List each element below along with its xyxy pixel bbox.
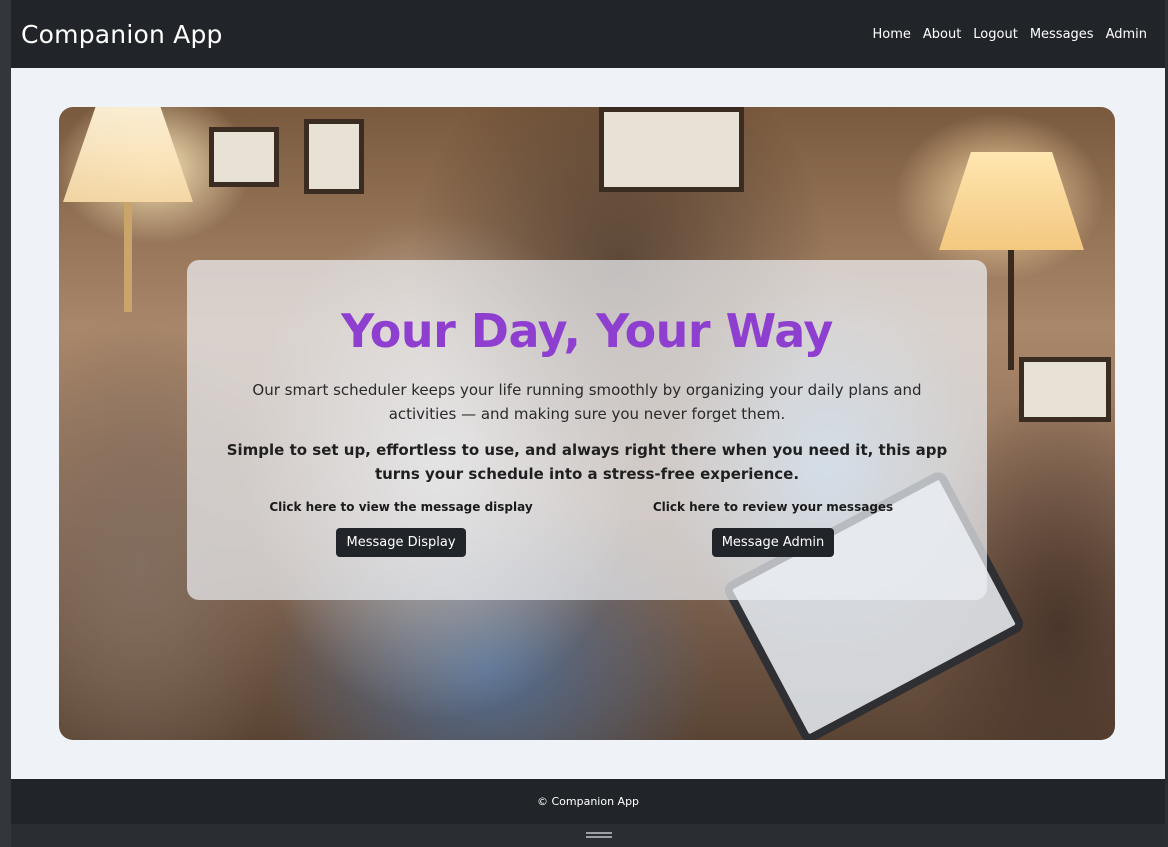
cta-message-admin-label: Click here to review your messages (652, 500, 894, 514)
lamp-right-stem (1008, 250, 1014, 370)
page-footer: © Companion App (11, 779, 1165, 824)
message-display-button[interactable]: Message Display (336, 528, 466, 557)
brand-logo-text[interactable]: Companion App (21, 20, 223, 49)
lamp-left-stem (124, 202, 132, 312)
hero-emphasis-text: Simple to set up, effortless to use, and… (226, 441, 948, 483)
picture-frame (1019, 357, 1111, 422)
top-navbar: Companion App Home About Logout Messages… (11, 0, 1165, 68)
picture-frame (599, 107, 744, 192)
nav-link-about[interactable]: About (923, 27, 961, 42)
window-left-edge (0, 0, 11, 847)
hero-headline: Your Day, Your Way (341, 304, 833, 358)
nav-links: Home About Logout Messages Admin (872, 27, 1147, 42)
nav-link-messages[interactable]: Messages (1030, 27, 1094, 42)
hero-intro-text: Our smart scheduler keeps your life runn… (252, 381, 922, 423)
nav-link-logout[interactable]: Logout (973, 27, 1018, 42)
resize-handle-icon[interactable] (586, 832, 612, 838)
picture-frame (209, 127, 279, 187)
lamp-left-decoration (63, 107, 193, 202)
hero-overlay-card: Your Day, Your Way Our smart scheduler k… (187, 260, 987, 600)
message-admin-button[interactable]: Message Admin (711, 528, 835, 557)
cta-message-admin: Click here to review your messages Messa… (623, 500, 923, 557)
nav-link-admin[interactable]: Admin (1106, 27, 1147, 42)
cta-message-display-label: Click here to view the message display (269, 500, 533, 514)
hero-banner: Your Day, Your Way Our smart scheduler k… (59, 107, 1115, 740)
lamp-right-decoration (939, 152, 1084, 250)
picture-frame (304, 119, 364, 194)
footer-copyright: © Companion App (536, 795, 640, 808)
nav-link-home[interactable]: Home (872, 27, 910, 42)
window-bottom-bar (11, 824, 1165, 847)
cta-message-display: Click here to view the message display M… (251, 500, 551, 557)
main-content: Your Day, Your Way Our smart scheduler k… (11, 68, 1165, 779)
